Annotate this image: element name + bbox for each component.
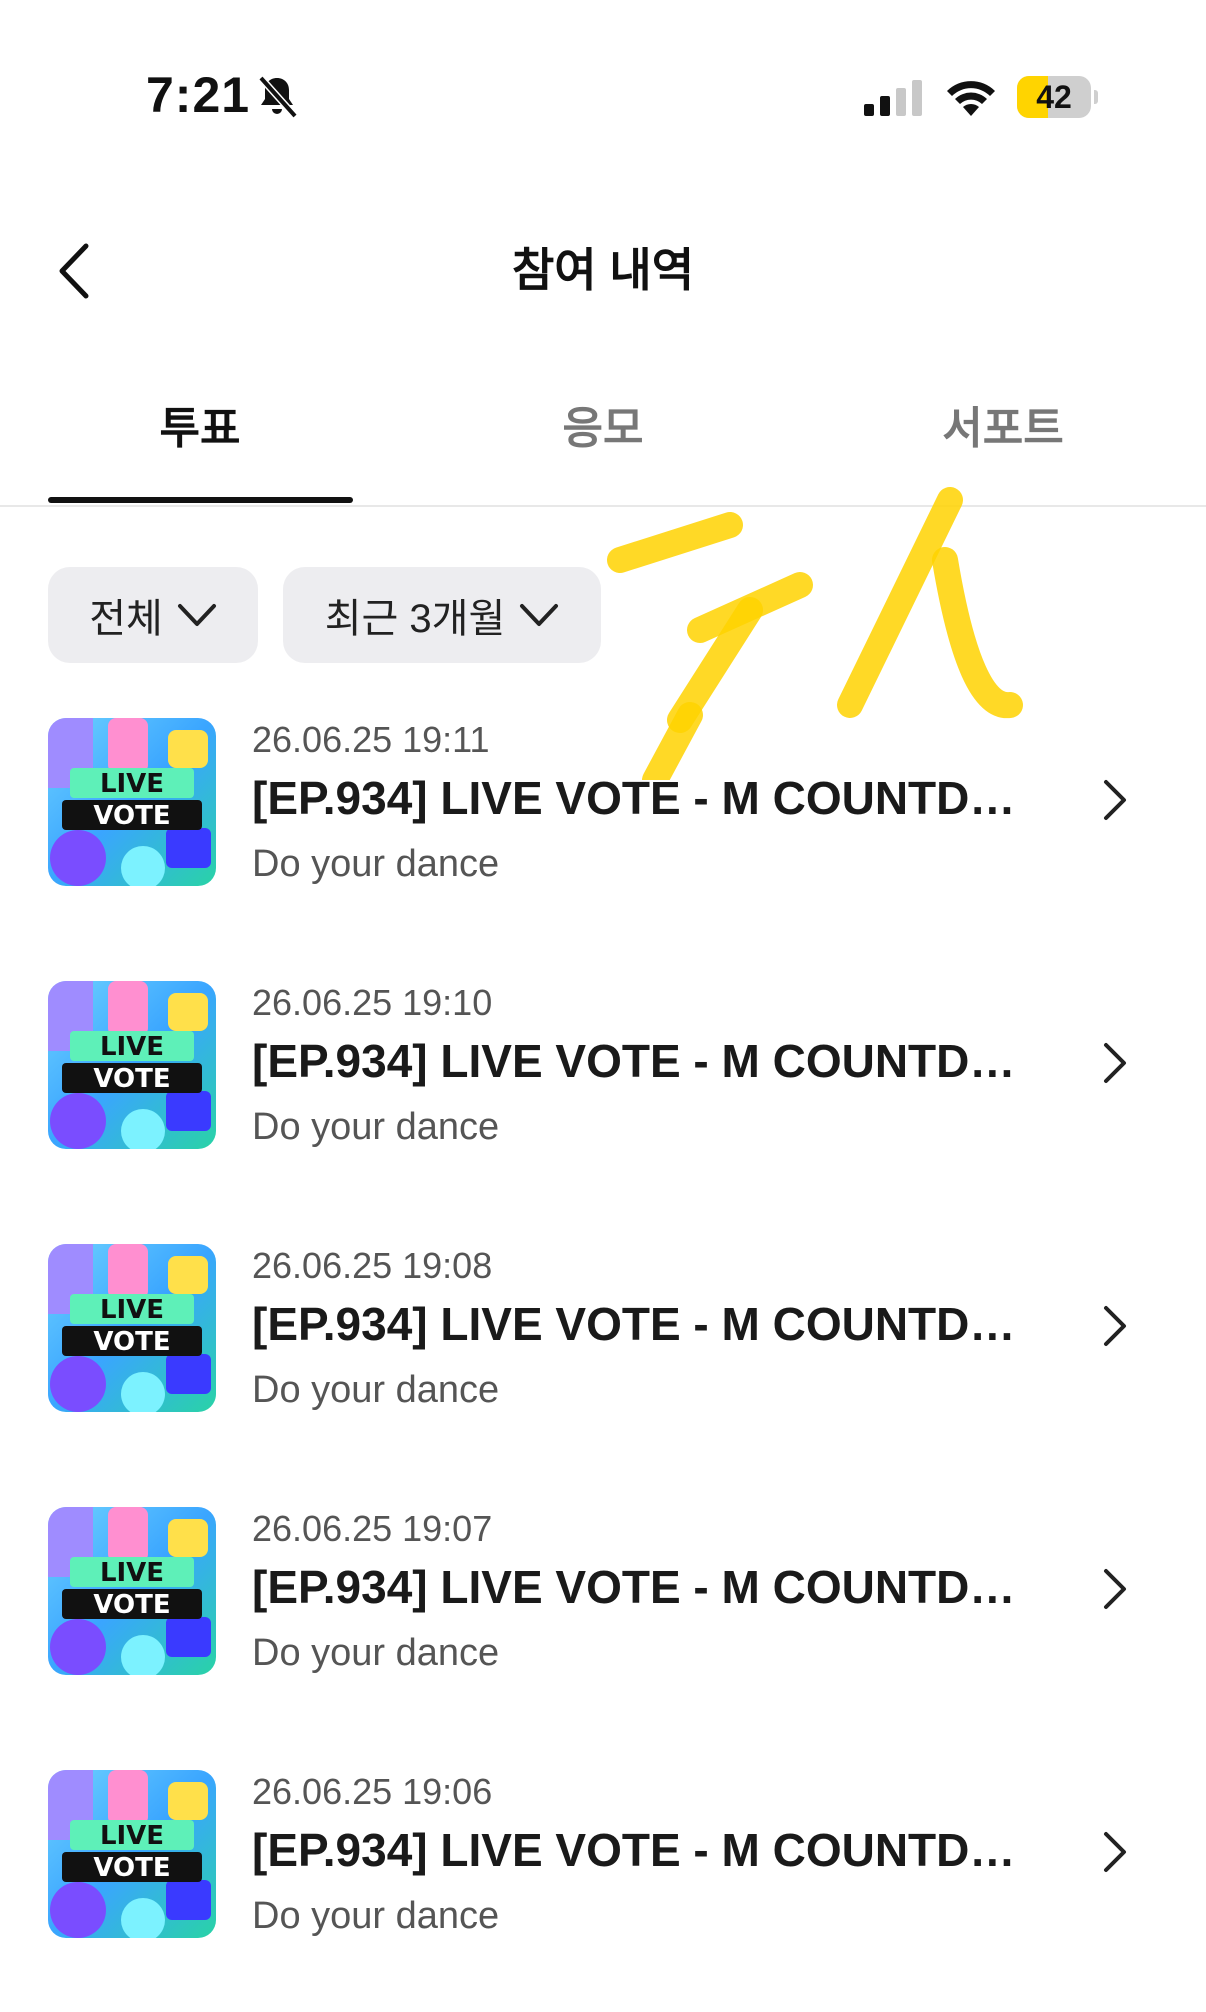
- chevron-down-icon: [177, 604, 216, 626]
- list-item[interactable]: LIVE VOTE 26.06.25 19:08 [EP.934] LIVE V…: [0, 1244, 1206, 1474]
- cellular-signal-icon: [864, 80, 922, 116]
- battery-level: 42: [1036, 79, 1072, 115]
- thumb-text-live: LIVE: [100, 769, 164, 799]
- chevron-down-icon: [520, 604, 559, 626]
- live-vote-thumbnail: LIVE VOTE: [48, 1770, 216, 1938]
- item-date: 26.06.25 19:11: [252, 719, 490, 760]
- battery-nub: [1094, 90, 1098, 104]
- live-vote-thumbnail: LIVE VOTE: [48, 981, 216, 1149]
- battery-body: 42: [1017, 76, 1091, 118]
- period-filter-dropdown[interactable]: 최근 3개월: [283, 567, 601, 663]
- live-vote-thumbnail: LIVE VOTE: [48, 1244, 216, 1412]
- thumb-text-vote: VOTE: [93, 1590, 170, 1620]
- item-title: [EP.934] LIVE VOTE - M COUNTDOWN: [252, 1824, 1022, 1876]
- battery-indicator: 42: [1017, 76, 1098, 118]
- clock: 7:21: [146, 67, 251, 123]
- category-filter-label: 전체: [89, 597, 163, 641]
- item-title: [EP.934] LIVE VOTE - M COUNTDOWN: [252, 1298, 1022, 1350]
- period-filter-label: 최근 3개월: [324, 597, 506, 641]
- tab-support[interactable]: 서포트: [853, 390, 1153, 468]
- thumb-text-live: LIVE: [100, 1032, 164, 1062]
- status-bar: 7:21 42: [0, 0, 1206, 190]
- live-vote-thumbnail: LIVE VOTE: [48, 718, 216, 886]
- page-title: 참여 내역: [511, 244, 695, 296]
- list-item[interactable]: LIVE VOTE 26.06.25 19:11 [EP.934] LIVE V…: [0, 718, 1206, 948]
- item-subtitle: Do your dance: [252, 843, 500, 885]
- live-vote-thumbnail: LIVE VOTE: [48, 1507, 216, 1675]
- item-subtitle: Do your dance: [252, 1369, 500, 1411]
- chevron-right-icon: [1104, 780, 1126, 820]
- active-tab-indicator: [48, 497, 353, 503]
- thumb-text-vote: VOTE: [93, 801, 170, 831]
- item-date: 26.06.25 19:06: [252, 1771, 493, 1812]
- item-subtitle: Do your dance: [252, 1106, 500, 1148]
- wifi-icon: [947, 81, 995, 116]
- list-item[interactable]: LIVE VOTE 26.06.25 19:06 [EP.934] LIVE V…: [0, 1770, 1206, 2000]
- chevron-right-icon: [1104, 1569, 1126, 1609]
- thumb-text-live: LIVE: [100, 1558, 164, 1588]
- item-title: [EP.934] LIVE VOTE - M COUNTDOWN: [252, 1035, 1022, 1087]
- item-date: 26.06.25 19:07: [252, 1508, 493, 1549]
- item-subtitle: Do your dance: [252, 1632, 500, 1674]
- tab-entry[interactable]: 응모: [453, 390, 753, 468]
- chevron-right-icon: [1104, 1043, 1126, 1083]
- tab-bar: 투표 응모 서포트: [0, 390, 1206, 507]
- item-subtitle: Do your dance: [252, 1895, 500, 1937]
- thumb-text-vote: VOTE: [93, 1064, 170, 1094]
- tab-vote[interactable]: 투표: [50, 390, 350, 468]
- list-item[interactable]: LIVE VOTE 26.06.25 19:07 [EP.934] LIVE V…: [0, 1507, 1206, 1737]
- thumb-text-live: LIVE: [100, 1821, 164, 1851]
- bell-muted-icon: [258, 75, 298, 119]
- thumb-text-live: LIVE: [100, 1295, 164, 1325]
- category-filter-dropdown[interactable]: 전체: [48, 567, 258, 663]
- item-date: 26.06.25 19:08: [252, 1245, 493, 1286]
- thumb-text-vote: VOTE: [93, 1327, 170, 1357]
- item-title: [EP.934] LIVE VOTE - M COUNTDOWN: [252, 1561, 1022, 1613]
- list-item[interactable]: LIVE VOTE 26.06.25 19:10 [EP.934] LIVE V…: [0, 981, 1206, 1211]
- chevron-right-icon: [1104, 1832, 1126, 1872]
- thumb-text-vote: VOTE: [93, 1853, 170, 1883]
- item-title: [EP.934] LIVE VOTE - M COUNTDOWN: [252, 772, 1022, 824]
- item-date: 26.06.25 19:10: [252, 982, 493, 1023]
- chevron-right-icon: [1104, 1306, 1126, 1346]
